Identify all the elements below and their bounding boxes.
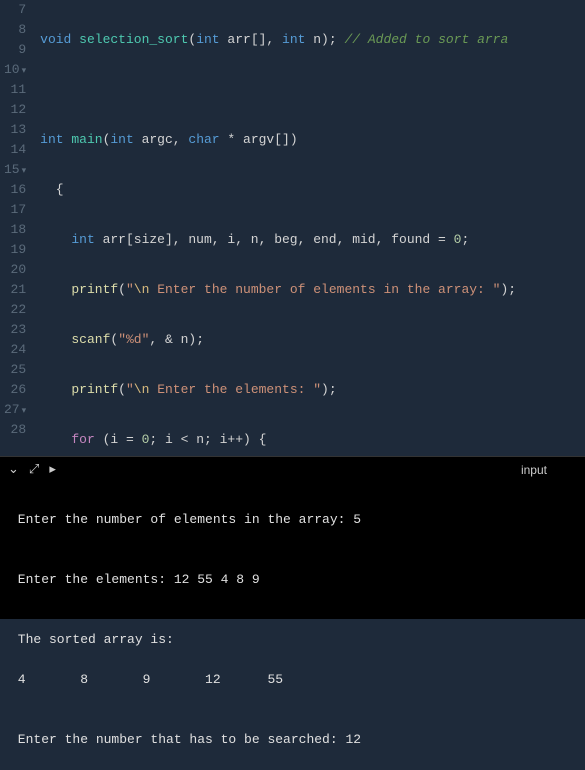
line-number: 20	[4, 260, 26, 280]
line-number: 25	[4, 360, 26, 380]
code-area[interactable]: void selection_sort(int arr[], int n); /…	[34, 0, 585, 456]
run-icon[interactable]: ▸	[49, 462, 56, 477]
terminal-line: Enter the number of elements in the arra…	[10, 510, 575, 530]
line-number: 12	[4, 100, 26, 120]
code-line: printf("\n Enter the elements: ");	[40, 380, 579, 400]
line-number: 8	[4, 20, 26, 40]
line-number: 28	[4, 420, 26, 440]
line-number[interactable]: 27	[4, 400, 26, 420]
line-number: 13	[4, 120, 26, 140]
line-number: 23	[4, 320, 26, 340]
code-line: int main(int argc, char * argv[])	[40, 130, 579, 150]
terminal-line: The sorted array is:	[10, 630, 575, 650]
line-number: 18	[4, 220, 26, 240]
line-number: 16	[4, 180, 26, 200]
line-number: 14	[4, 140, 26, 160]
line-number: 21	[4, 280, 26, 300]
expand-icon[interactable]: ⤢	[29, 462, 39, 477]
line-number: 22	[4, 300, 26, 320]
line-number: 9	[4, 40, 26, 60]
terminal-line: Enter the number that has to be searched…	[10, 730, 575, 750]
code-line	[40, 80, 579, 100]
line-number: 19	[4, 240, 26, 260]
code-line: scanf("%d", & n);	[40, 330, 579, 350]
code-line: void selection_sort(int arr[], int n); /…	[40, 30, 579, 50]
terminal-line: 4 8 9 12 55	[10, 670, 575, 690]
chevron-down-icon[interactable]: ⌄	[8, 462, 19, 477]
line-number-gutter: 7 8 9 10 11 12 13 14 15 16 17 18 19 20 2…	[0, 0, 34, 456]
line-number: 7	[4, 0, 26, 20]
code-line: printf("\n Enter the number of elements …	[40, 280, 579, 300]
line-number: 17	[4, 200, 26, 220]
code-line: int arr[size], num, i, n, beg, end, mid,…	[40, 230, 579, 250]
code-line: {	[40, 180, 579, 200]
code-editor[interactable]: 7 8 9 10 11 12 13 14 15 16 17 18 19 20 2…	[0, 0, 585, 456]
panel-tab-label[interactable]: input	[521, 463, 547, 477]
line-number: 26	[4, 380, 26, 400]
code-line: for (i = 0; i < n; i++) {	[40, 430, 579, 450]
line-number[interactable]: 10	[4, 60, 26, 80]
terminal-toolbar: ⌄ ⤢ ▸	[8, 462, 56, 477]
terminal-output[interactable]: Enter the number of elements in the arra…	[0, 482, 585, 619]
panel-separator: ⌄ ⤢ ▸ input	[0, 456, 585, 482]
terminal-line: Enter the elements: 12 55 4 8 9	[10, 570, 575, 590]
line-number: 24	[4, 340, 26, 360]
line-number[interactable]: 15	[4, 160, 26, 180]
line-number: 11	[4, 80, 26, 100]
